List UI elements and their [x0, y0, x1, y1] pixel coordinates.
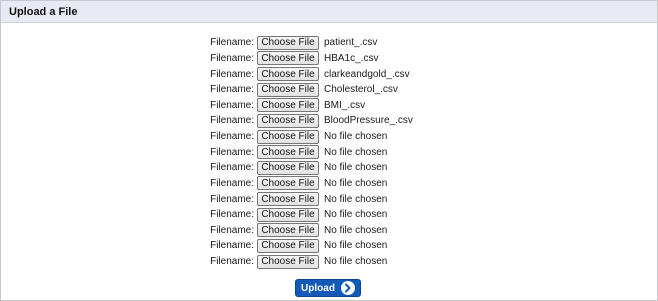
filename-label: Filename:	[210, 37, 254, 49]
file-row: Filename: Choose File No file chosen	[1, 176, 657, 192]
chosen-file-name: Cholesterol_.csv	[324, 84, 398, 96]
choose-file-button[interactable]: Choose File	[257, 176, 319, 191]
chosen-file-name: No file chosen	[324, 131, 388, 143]
file-row: Filename: Choose File clarkeandgold_.csv	[1, 66, 657, 82]
filename-label: Filename:	[210, 131, 254, 143]
filename-label: Filename:	[210, 52, 254, 64]
filename-label: Filename:	[210, 68, 254, 80]
file-row: Filename: Choose File No file chosen	[1, 191, 657, 207]
file-row: Filename: Choose File HBA1c_.csv	[1, 51, 657, 67]
chosen-file-name: No file chosen	[324, 256, 388, 268]
chosen-file-name: BMI_.csv	[324, 99, 366, 111]
file-row: Filename: Choose File BMI_.csv	[1, 98, 657, 114]
filename-label: Filename:	[210, 146, 254, 158]
file-row: Filename: Choose File No file chosen	[1, 144, 657, 160]
chosen-file-name: No file chosen	[324, 162, 388, 174]
arrow-right-circle-icon	[340, 281, 355, 295]
choose-file-button[interactable]: Choose File	[257, 35, 319, 50]
choose-file-button[interactable]: Choose File	[257, 98, 319, 113]
choose-file-button[interactable]: Choose File	[257, 223, 319, 238]
chosen-file-name: No file chosen	[324, 240, 388, 252]
choose-file-button[interactable]: Choose File	[257, 192, 319, 207]
file-row: Filename: Choose File No file chosen	[1, 207, 657, 223]
panel-title: Upload a File	[1, 1, 657, 23]
file-row: Filename: Choose File No file chosen	[1, 129, 657, 145]
upload-button-label: Upload	[301, 282, 335, 294]
filename-label: Filename:	[210, 99, 254, 111]
choose-file-button[interactable]: Choose File	[257, 160, 319, 175]
choose-file-button[interactable]: Choose File	[257, 145, 319, 160]
filename-label: Filename:	[210, 193, 254, 205]
choose-file-button[interactable]: Choose File	[257, 82, 319, 97]
chosen-file-name: HBA1c_.csv	[324, 52, 379, 64]
filename-label: Filename:	[210, 224, 254, 236]
choose-file-button[interactable]: Choose File	[257, 238, 319, 253]
choose-file-button[interactable]: Choose File	[257, 51, 319, 66]
chosen-file-name: No file chosen	[324, 209, 388, 221]
file-row: Filename: Choose File BloodPressure_.csv	[1, 113, 657, 129]
choose-file-button[interactable]: Choose File	[257, 67, 319, 82]
file-rows: Filename: Choose File patient_.csv Filename…	[1, 35, 657, 269]
file-row: Filename: Choose File patient_.csv	[1, 35, 657, 51]
choose-file-button[interactable]: Choose File	[257, 254, 319, 269]
chosen-file-name: No file chosen	[324, 224, 388, 236]
filename-label: Filename:	[210, 84, 254, 96]
filename-label: Filename:	[210, 209, 254, 221]
file-row: Filename: Choose File No file chosen	[1, 254, 657, 270]
chosen-file-name: patient_.csv	[324, 37, 378, 49]
choose-file-button[interactable]: Choose File	[257, 129, 319, 144]
chosen-file-name: No file chosen	[324, 146, 388, 158]
filename-label: Filename:	[210, 115, 254, 127]
chosen-file-name: No file chosen	[324, 193, 388, 205]
choose-file-button[interactable]: Choose File	[257, 207, 319, 222]
file-row: Filename: Choose File Cholesterol_.csv	[1, 82, 657, 98]
file-row: Filename: Choose File No file chosen	[1, 223, 657, 239]
filename-label: Filename:	[210, 256, 254, 268]
chosen-file-name: BloodPressure_.csv	[324, 115, 413, 127]
file-row: Filename: Choose File No file chosen	[1, 238, 657, 254]
filename-label: Filename:	[210, 162, 254, 174]
filename-label: Filename:	[210, 240, 254, 252]
upload-panel: Upload a File Filename: Choose File patien…	[0, 0, 658, 301]
file-row: Filename: Choose File No file chosen	[1, 160, 657, 176]
chosen-file-name: clarkeandgold_.csv	[324, 68, 410, 80]
filename-label: Filename:	[210, 177, 254, 189]
upload-button[interactable]: Upload	[295, 279, 361, 297]
choose-file-button[interactable]: Choose File	[257, 113, 319, 128]
chosen-file-name: No file chosen	[324, 177, 388, 189]
